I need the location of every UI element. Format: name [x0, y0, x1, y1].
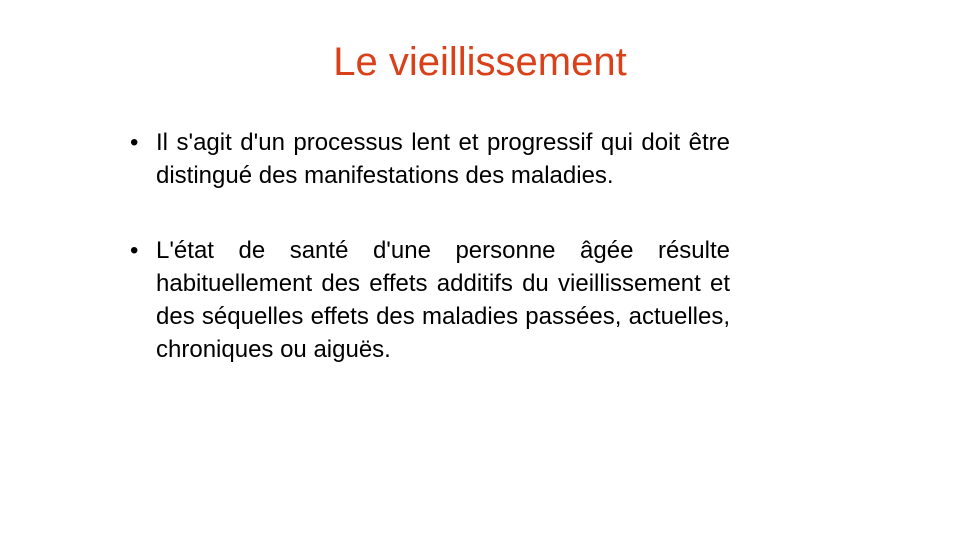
bullet-text: Il s'agit d'un processus lent et progres… [156, 129, 730, 189]
bullet-text: L'état de santé d'une personne âgée résu… [156, 237, 730, 363]
slide-title: Le vieillissement [333, 40, 627, 84]
bullet-marker: • [130, 237, 139, 264]
bullet-marker: • [130, 129, 139, 156]
slide: Le vieillissement • Il s'agit d'un proce… [0, 0, 960, 540]
list-item: • L'état de santé d'une personne âgée ré… [130, 234, 730, 366]
list-item: • Il s'agit d'un processus lent et progr… [130, 126, 730, 192]
bullet-list: • Il s'agit d'un processus lent et progr… [130, 126, 730, 366]
